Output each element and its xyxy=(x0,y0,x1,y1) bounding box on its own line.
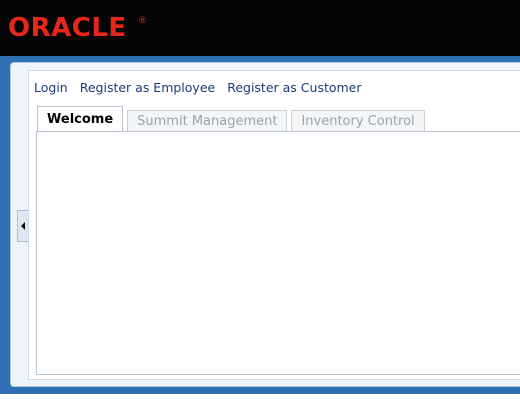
login-link[interactable]: Login xyxy=(34,80,68,95)
register-customer-link[interactable]: Register as Customer xyxy=(227,80,361,95)
tab-inventory-control[interactable]: Inventory Control xyxy=(291,110,425,132)
register-employee-link[interactable]: Register as Employee xyxy=(80,80,216,95)
chevron-left-icon xyxy=(21,222,25,230)
app-window: ORACLE ® Login Register as Employee Regi… xyxy=(0,0,520,399)
top-navigation: Login Register as Employee Register as C… xyxy=(34,80,370,96)
oracle-logo: ORACLE xyxy=(8,13,127,43)
frame-bottom-edge xyxy=(0,394,520,399)
registered-mark: ® xyxy=(138,16,147,26)
tab-content-panel xyxy=(36,131,520,375)
tab-welcome[interactable]: Welcome xyxy=(37,106,124,132)
tab-bar: Welcome Summit Management Inventory Cont… xyxy=(37,106,429,132)
tab-summit-management[interactable]: Summit Management xyxy=(127,110,288,132)
header-bar: ORACLE ® xyxy=(0,0,520,56)
